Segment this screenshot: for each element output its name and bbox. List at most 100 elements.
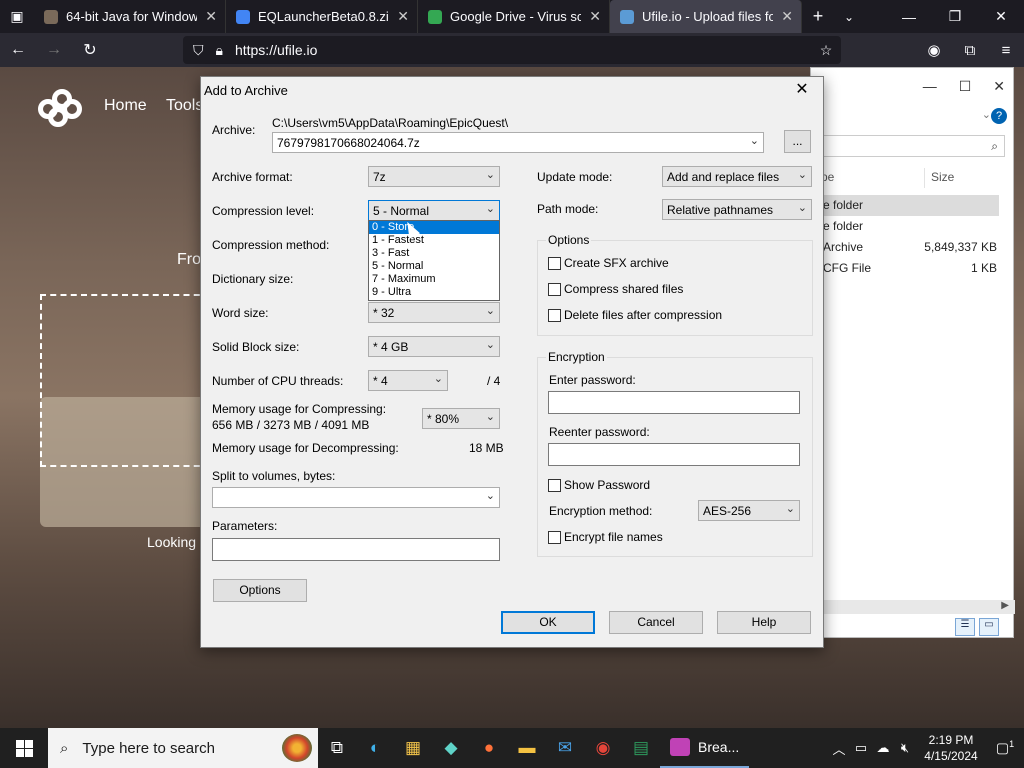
checkbox-box[interactable] (548, 530, 561, 544)
reload-icon[interactable]: ↻ (72, 40, 108, 60)
reenter-password-input[interactable] (548, 443, 800, 466)
chevron-down-icon[interactable]: ⌄ (798, 201, 807, 214)
file-row[interactable]: e folder (811, 216, 1015, 237)
nav-home-link[interactable]: Home (104, 97, 147, 115)
forward-arrow-icon[interactable]: → (36, 41, 72, 59)
account-icon[interactable]: ◉ (916, 33, 952, 67)
compression-level-combo[interactable]: 5 - Normal ⌄ (368, 200, 500, 221)
close-icon[interactable]: ✕ (787, 79, 817, 101)
large-icons-view-icon[interactable]: ▭ (979, 618, 999, 636)
checkbox-box[interactable] (548, 308, 561, 322)
chevron-down-icon[interactable]: ⌄ (982, 108, 991, 121)
notification-icon[interactable]: ▢1 (986, 739, 1024, 757)
clock[interactable]: 2:19 PM 4/15/2024 (916, 732, 986, 764)
archive-name-combo[interactable]: 7679798170668024064.7z ⌄ (272, 132, 764, 153)
taskbar-search[interactable]: ⌕ Type here to search (48, 728, 318, 768)
tab-ufile[interactable]: Ufile.io - Upload files for ✕ (610, 0, 802, 33)
chevron-down-icon[interactable]: ⌄ (486, 410, 495, 423)
file-row[interactable]: Archive 5,849,337 KB (811, 237, 1015, 258)
help-icon[interactable]: ? (991, 108, 1007, 124)
excel-icon[interactable]: ▤ (622, 728, 660, 768)
tab-close-icon[interactable]: ✕ (781, 8, 793, 25)
close-icon[interactable]: ✕ (993, 78, 1005, 95)
delete-after-checkbox[interactable]: Delete files after compression (548, 308, 722, 322)
chevron-down-icon[interactable]: ⌄ (834, 0, 864, 33)
dropdown-option[interactable]: 9 - Ultra (369, 286, 499, 299)
menu-icon[interactable]: ≡ (988, 33, 1024, 67)
bookmark-star-icon[interactable]: ☆ (811, 42, 841, 59)
app-icon[interactable]: ◆ (432, 728, 470, 768)
close-icon[interactable]: ✕ (978, 0, 1024, 33)
store-icon[interactable]: ▦ (394, 728, 432, 768)
file-row[interactable]: CFG File 1 KB (811, 258, 1015, 279)
encrypt-names-checkbox[interactable]: Encrypt file names (548, 530, 663, 544)
task-view-icon[interactable]: ⧉ (318, 728, 356, 768)
chevron-down-icon[interactable]: ⌄ (434, 372, 443, 385)
tab-close-icon[interactable]: ✕ (589, 8, 601, 25)
dropdown-option[interactable]: 5 - Normal (369, 260, 499, 273)
url-bar[interactable]: ⛉ 🔒︎ https://ufile.io ☆ (183, 36, 841, 64)
chevron-up-icon[interactable]: ︿ (828, 739, 850, 758)
create-sfx-checkbox[interactable]: Create SFX archive (548, 256, 669, 270)
browse-button[interactable]: ... (784, 130, 811, 153)
cancel-button[interactable]: Cancel (609, 611, 703, 634)
chevron-down-icon[interactable]: ⌄ (486, 338, 495, 351)
encryption-method-combo[interactable]: AES-256 ⌄ (698, 500, 800, 521)
file-row[interactable]: e folder (811, 195, 999, 216)
ufile-logo-icon[interactable] (38, 89, 86, 129)
restore-icon[interactable]: ❐ (932, 0, 978, 33)
maximize-icon[interactable]: ☐ (959, 78, 972, 95)
edge-icon[interactable]: ◐ (356, 728, 394, 768)
chevron-down-icon[interactable]: ⌄ (750, 134, 759, 147)
checkbox-box[interactable] (548, 282, 561, 296)
horizontal-scrollbar[interactable]: ▶ (811, 600, 1015, 614)
back-arrow-icon[interactable]: ← (0, 41, 36, 59)
minimize-icon[interactable]: — (886, 0, 932, 33)
explorer-search-box[interactable]: ⌕ (811, 135, 1005, 157)
path-mode-combo[interactable]: Relative pathnames ⌄ (662, 199, 812, 220)
show-password-checkbox[interactable]: Show Password (548, 478, 650, 492)
shield-icon[interactable]: ⛉ (193, 42, 204, 59)
network-icon[interactable]: ▭ (850, 740, 872, 756)
solid-block-combo[interactable]: * 4 GB ⌄ (368, 336, 500, 357)
cpu-threads-combo[interactable]: * 4 ⌄ (368, 370, 448, 391)
checkbox-box[interactable] (548, 256, 561, 270)
tab-close-icon[interactable]: ✕ (397, 8, 409, 25)
split-volumes-combo[interactable]: ⌄ (212, 487, 500, 508)
start-button[interactable] (0, 728, 48, 768)
checkbox-box[interactable] (548, 478, 561, 492)
minimize-icon[interactable]: — (923, 78, 937, 95)
dropdown-option[interactable]: 1 - Fastest (369, 234, 499, 247)
update-mode-combo[interactable]: Add and replace files ⌄ (662, 166, 812, 187)
file-explorer-icon[interactable]: ▬ (508, 728, 546, 768)
mail-icon[interactable]: ✉ (546, 728, 584, 768)
dropdown-option[interactable]: 7 - Maximum (369, 273, 499, 286)
dropdown-option[interactable]: 0 - Store (369, 221, 499, 234)
tab-java[interactable]: 64-bit Java for Windows ✕ (34, 0, 226, 33)
cloud-icon[interactable]: ☁ (872, 740, 894, 756)
volume-muted-icon[interactable]: 🔇︎ (894, 740, 916, 756)
url-text[interactable]: https://ufile.io (235, 42, 799, 58)
help-button[interactable]: Help (717, 611, 811, 634)
tab-google-drive[interactable]: Google Drive - Virus scan ✕ (418, 0, 610, 33)
chevron-down-icon[interactable]: ⌄ (786, 502, 795, 515)
upload-dropzone[interactable] (40, 294, 210, 467)
parameters-input[interactable] (212, 538, 500, 561)
archive-format-combo[interactable]: 7z ⌄ (368, 166, 500, 187)
tab-close-icon[interactable]: ✕ (205, 8, 217, 25)
new-tab-icon[interactable]: + (802, 0, 834, 33)
compress-shared-checkbox[interactable]: Compress shared files (548, 282, 683, 296)
ok-button[interactable]: OK (501, 611, 595, 634)
taskbar-app-breakout[interactable]: Brea... (660, 728, 750, 768)
enter-password-input[interactable] (548, 391, 800, 414)
word-size-combo[interactable]: * 32 ⌄ (368, 302, 500, 323)
chevron-down-icon[interactable]: ⌄ (798, 168, 807, 181)
search-highlight-icon[interactable] (282, 734, 312, 762)
extensions-icon[interactable]: ⧉ (952, 33, 988, 67)
chevron-down-icon[interactable]: ⌄ (486, 304, 495, 317)
chevron-down-icon[interactable]: ⌄ (486, 202, 495, 215)
mem-percent-combo[interactable]: * 80% ⌄ (422, 408, 500, 429)
tab-eqlauncher[interactable]: EQLauncherBeta0.8.zip - ✕ (226, 0, 418, 33)
firefox-icon[interactable]: ● (470, 728, 508, 768)
tab-list-icon[interactable]: ▣ (0, 0, 34, 33)
